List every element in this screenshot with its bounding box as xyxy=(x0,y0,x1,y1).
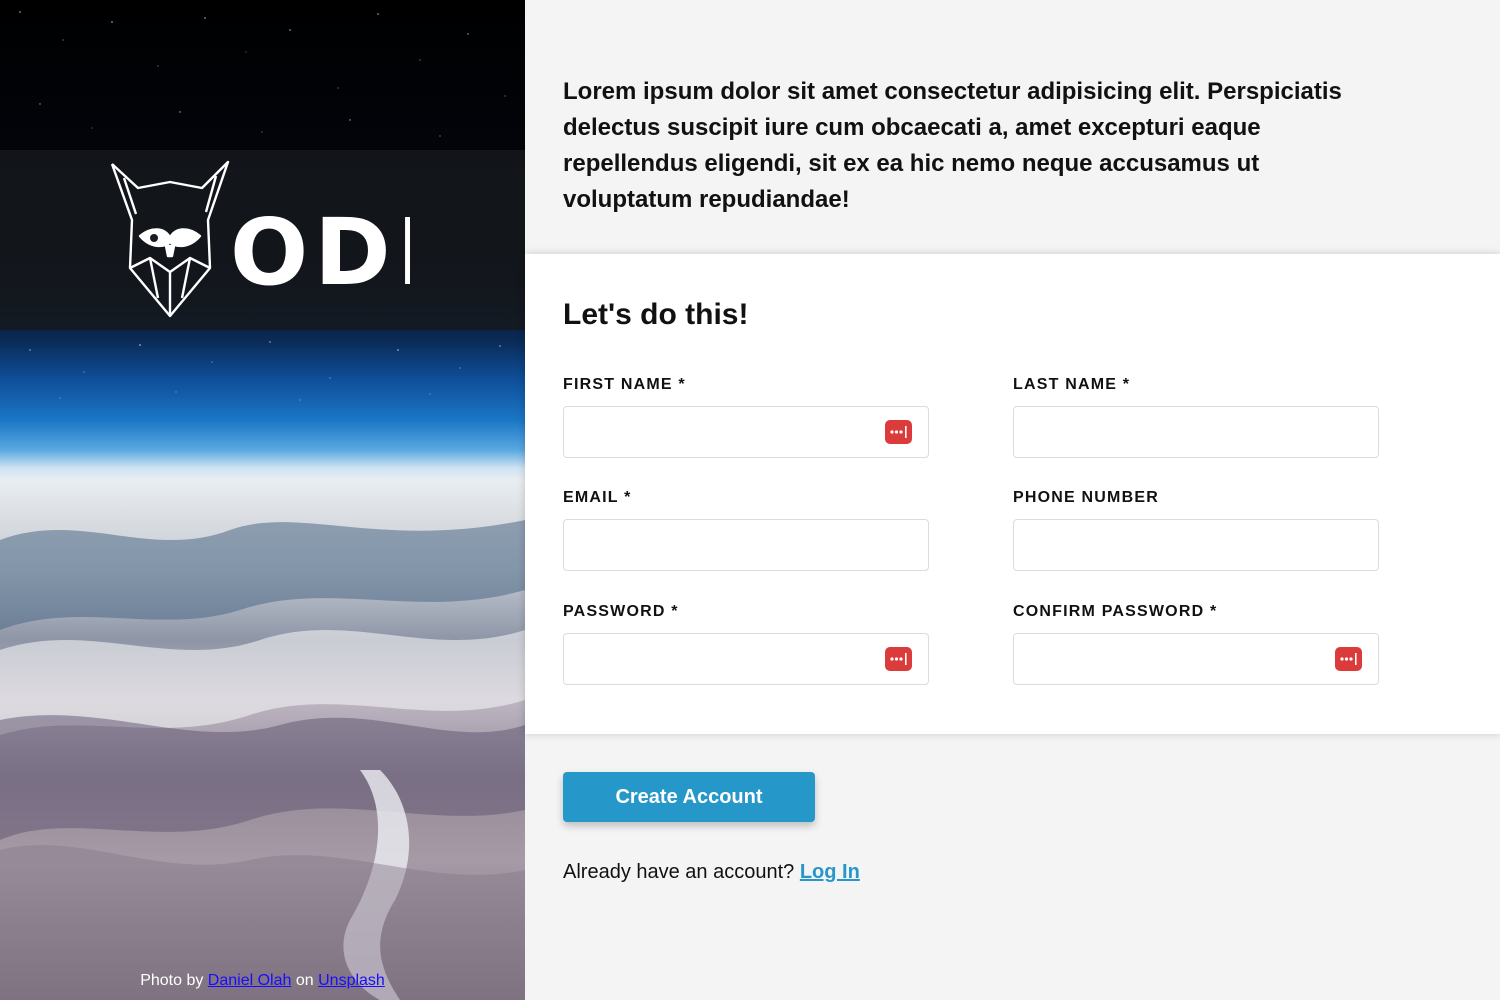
unsplash-link[interactable]: Unsplash xyxy=(318,972,385,989)
email-label: EMAIL * xyxy=(563,489,632,506)
last-name-label: LAST NAME * xyxy=(1013,376,1131,393)
intro-text: Lorem ipsum dolor sit amet consectetur a… xyxy=(563,78,1342,213)
password-manager-icon[interactable] xyxy=(1335,647,1362,671)
last-name-field: LAST NAME * xyxy=(1013,376,1379,458)
phone-box xyxy=(1013,519,1379,571)
credit-middle: on xyxy=(295,972,314,989)
confirm-password-label: CONFIRM PASSWORD * xyxy=(1013,603,1218,620)
confirm-password-input[interactable] xyxy=(1014,634,1378,684)
password-field: PASSWORD * xyxy=(563,603,929,685)
phone-label: PHONE NUMBER xyxy=(1013,489,1159,506)
brand-wordmark: ODIN xyxy=(230,199,410,306)
email-field: EMAIL * xyxy=(563,489,929,571)
first-name-label: FIRST NAME * xyxy=(563,376,686,393)
phone-field: PHONE NUMBER xyxy=(1013,489,1379,571)
login-link[interactable]: Log In xyxy=(800,861,860,883)
form-heading: Let's do this! xyxy=(563,298,749,331)
first-name-box xyxy=(563,406,929,458)
password-manager-icon[interactable] xyxy=(885,647,912,671)
signup-form-card: Let's do this! FIRST NAME * LAST NAME * … xyxy=(525,254,1500,734)
password-manager-icon[interactable] xyxy=(885,420,912,444)
confirm-password-box xyxy=(1013,633,1379,685)
earth-terrain xyxy=(0,520,525,1000)
credit-prefix: Photo by xyxy=(140,972,204,989)
photo-credit: Photo by Daniel Olah on Unsplash xyxy=(0,972,525,990)
confirm-password-field: CONFIRM PASSWORD * xyxy=(1013,603,1379,685)
first-name-field: FIRST NAME * xyxy=(563,376,929,458)
odin-viking-head-icon xyxy=(110,160,230,318)
login-prompt: Already have an account? Log In xyxy=(563,861,860,884)
password-input[interactable] xyxy=(564,634,928,684)
email-input[interactable] xyxy=(564,520,928,570)
password-label: PASSWORD * xyxy=(563,603,679,620)
create-account-button[interactable]: Create Account xyxy=(563,772,815,822)
last-name-input[interactable] xyxy=(1014,407,1378,457)
last-name-box xyxy=(1013,406,1379,458)
first-name-input[interactable] xyxy=(564,407,928,457)
odin-logo: ODIN xyxy=(110,160,410,318)
login-prompt-text: Already have an account? xyxy=(563,861,795,883)
phone-input[interactable] xyxy=(1014,520,1378,570)
hero-panel: ODIN Photo by Daniel Olah on Unsplash xyxy=(0,0,525,1000)
password-box xyxy=(563,633,929,685)
email-box xyxy=(563,519,929,571)
photographer-link[interactable]: Daniel Olah xyxy=(208,972,292,989)
